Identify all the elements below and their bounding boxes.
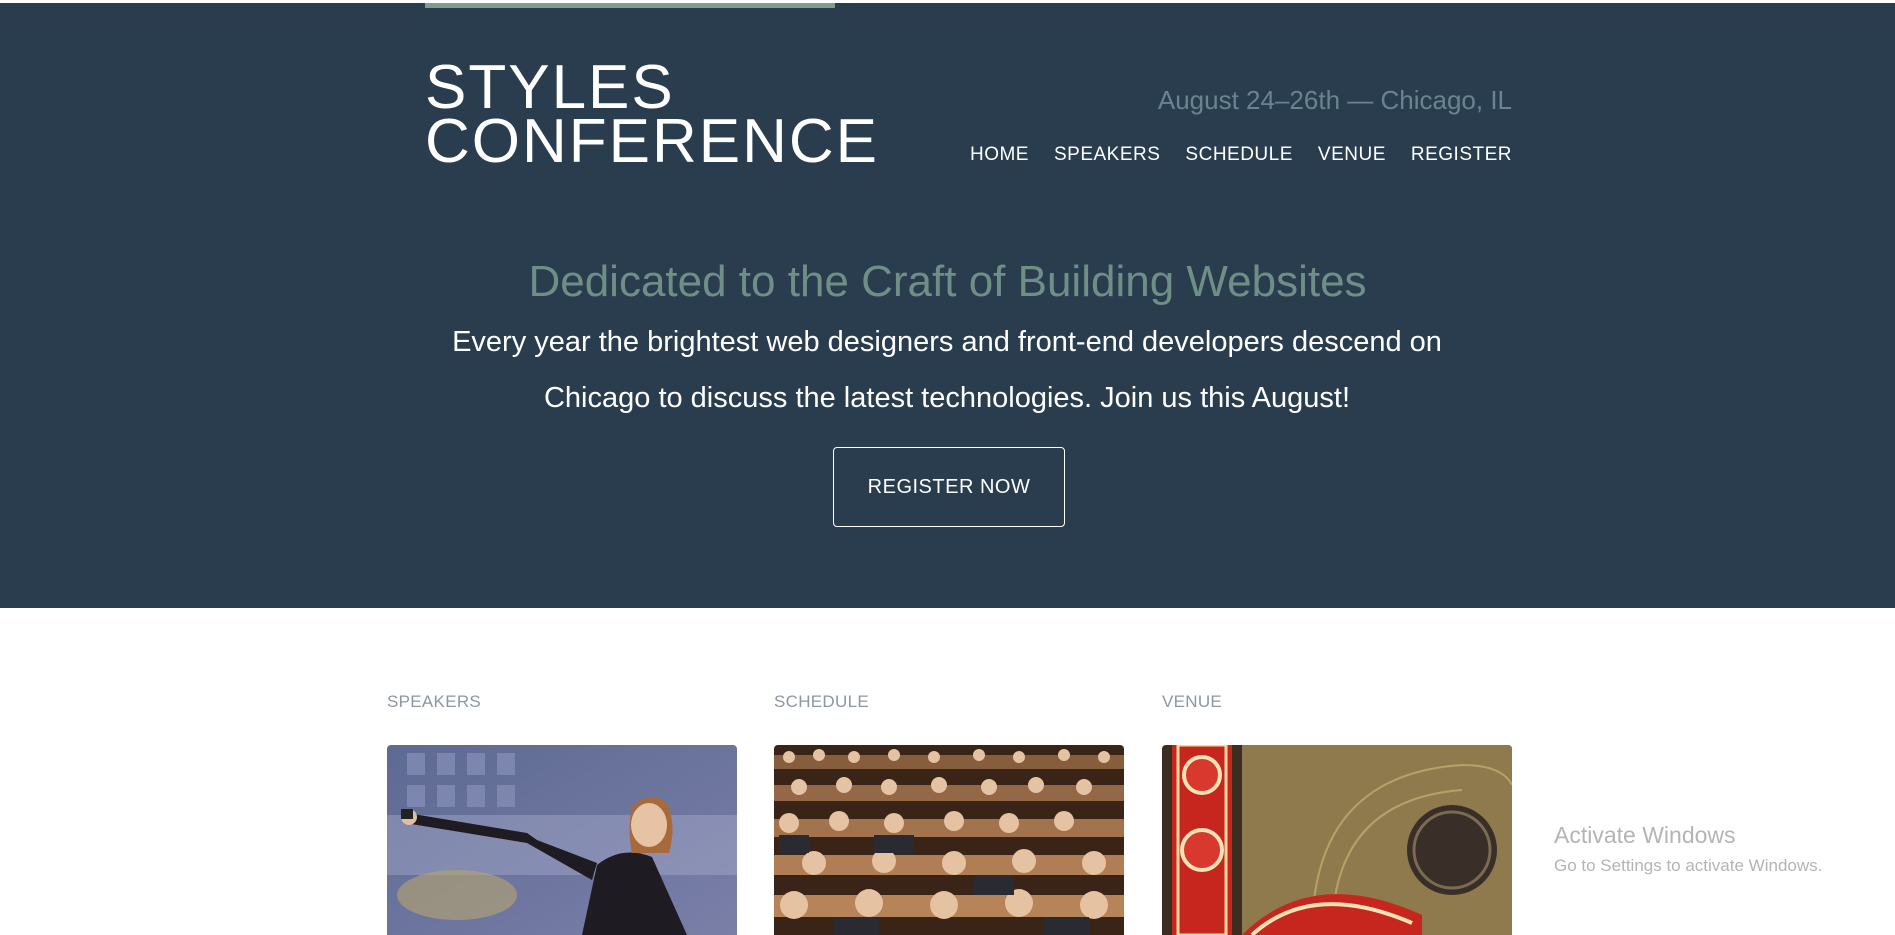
hero-lead-line-1: Every year the brightest web designers a… <box>452 326 1442 358</box>
hero-lead-line-2: Chicago to discuss the latest technologi… <box>543 382 1351 414</box>
hero-lead: Every year the brightest web designers a… <box>447 314 1447 426</box>
venue-image[interactable] <box>1162 745 1512 935</box>
nav-schedule[interactable]: SCHEDULE <box>1185 144 1292 166</box>
schedule-image[interactable] <box>774 745 1124 935</box>
nav-speakers[interactable]: SPEAKERS <box>1054 144 1160 166</box>
accent-bar <box>425 3 835 8</box>
windows-watermark-title: Activate Windows <box>1554 822 1736 848</box>
nav-home[interactable]: HOME <box>970 144 1029 166</box>
primary-nav: HOME SPEAKERS SCHEDULE VENUE REGISTER <box>970 144 1512 166</box>
site-logo[interactable]: STYLES CONFERENCE <box>425 57 880 176</box>
logo-line-2: CONFERENCE <box>425 107 880 176</box>
nav-venue[interactable]: VENUE <box>1318 144 1386 166</box>
register-now-button[interactable]: REGISTER NOW <box>833 447 1065 527</box>
schedule-heading[interactable]: SCHEDULE <box>774 692 869 712</box>
hero-tagline: Dedicated to the Craft of Building Websi… <box>528 257 1367 306</box>
hero-section: STYLES CONFERENCE August 24–26th — Chica… <box>0 0 1895 608</box>
event-dates: August 24–26th — Chicago, IL <box>1157 85 1512 115</box>
windows-watermark-subtitle: Go to Settings to activate Windows. <box>1554 856 1823 875</box>
speakers-image[interactable] <box>387 745 737 935</box>
speakers-heading[interactable]: SPEAKERS <box>387 692 481 712</box>
venue-heading[interactable]: VENUE <box>1162 692 1222 712</box>
nav-register[interactable]: REGISTER <box>1411 144 1512 166</box>
